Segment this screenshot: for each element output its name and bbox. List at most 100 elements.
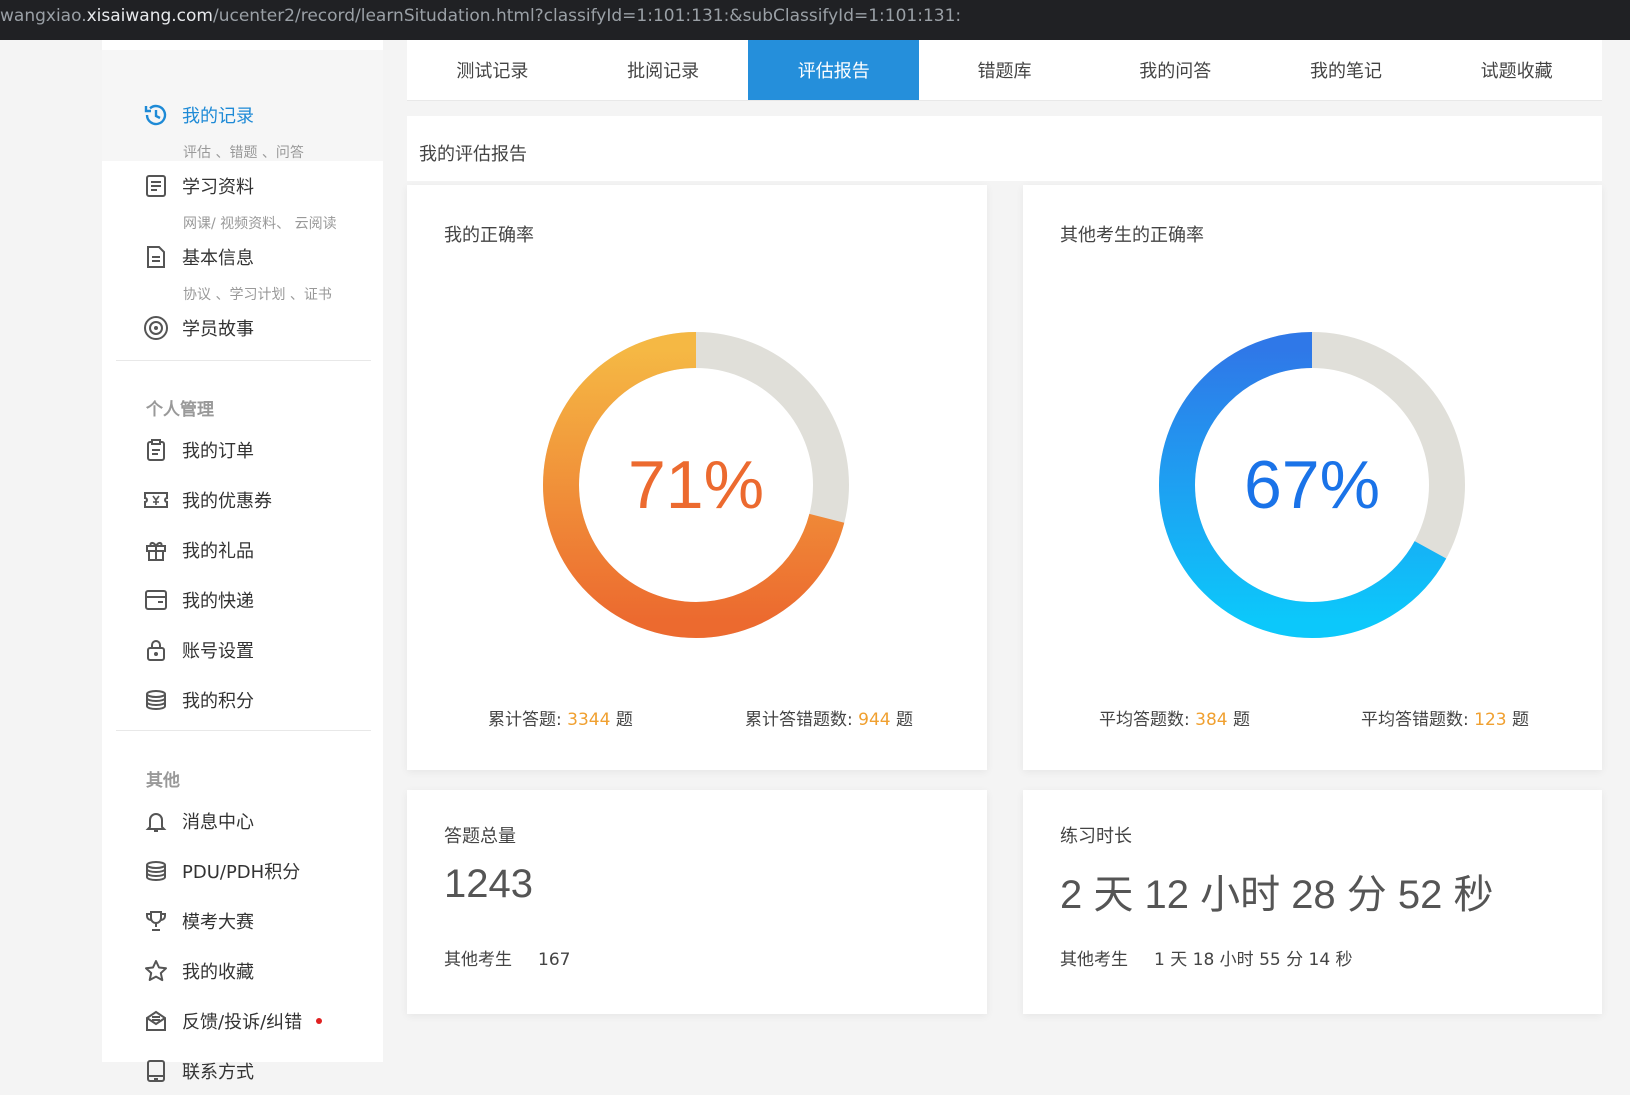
- feedback-icon: [142, 1007, 170, 1035]
- sidebar-group-other: 其他: [146, 771, 180, 791]
- gift-icon: [142, 536, 170, 564]
- practice-time-card: 练习时长 2 天 12 小时 28 分 52 秒 其他考生 1 天 18 小时 5…: [1023, 790, 1602, 1014]
- stat-unit: 题: [1512, 710, 1529, 730]
- stat-label: 平均答错题数:: [1361, 710, 1469, 730]
- my-accuracy-percent: 71%: [627, 447, 765, 523]
- sidebar-item-label: 模考大赛: [182, 912, 254, 933]
- others-avg-wrong: 平均答错题数: 123 题: [1361, 705, 1529, 730]
- total-answers-card: 答题总量 1243 其他考生 167: [407, 790, 987, 1014]
- coins-icon: [142, 686, 170, 714]
- sidebar-item-label: 学习资料: [182, 177, 254, 198]
- file-icon: [142, 243, 170, 271]
- report-header: 我的评估报告: [407, 116, 1602, 181]
- stat-label: 平均答题数:: [1099, 710, 1190, 730]
- sidebar-item-my-delivery[interactable]: 我的快递: [142, 585, 254, 615]
- tab-favorite-questions[interactable]: 试题收藏: [1431, 40, 1602, 100]
- sidebar-item-label: 反馈/投诉/纠错: [182, 1012, 303, 1033]
- others-accuracy-donut: 67%: [1157, 330, 1467, 640]
- tab-test-records[interactable]: 测试记录: [407, 40, 578, 100]
- sidebar-item-label: PDU/PDH积分: [182, 862, 301, 883]
- stat-unit: 题: [896, 710, 913, 730]
- sidebar-item-pdu-points[interactable]: PDU/PDH积分: [142, 856, 300, 886]
- card-title: 练习时长: [1060, 826, 1132, 847]
- sidebar-item-subtext: 协议 、学习计划 、证书: [183, 287, 332, 303]
- sidebar-item-label: 我的收藏: [182, 962, 254, 983]
- sidebar-item-my-points[interactable]: 我的积分: [142, 685, 254, 715]
- tab-wrong-questions[interactable]: 错题库: [919, 40, 1090, 100]
- sidebar-item-subtext: 网课/ 视频资料、 云阅读: [183, 216, 337, 232]
- tab-review-records[interactable]: 批阅记录: [578, 40, 749, 100]
- others-avg-answered: 平均答题数: 384 题: [1099, 705, 1250, 730]
- url-prefix: wangxiao.: [0, 6, 87, 26]
- stat-label: 累计答错题数:: [745, 710, 853, 730]
- other-value: 167: [538, 950, 571, 970]
- sidebar-item-feedback[interactable]: 反馈/投诉/纠错: [142, 1006, 323, 1036]
- sidebar-item-label: 我的优惠券: [182, 491, 272, 512]
- sidebar-item-my-records[interactable]: 我的记录: [142, 100, 254, 130]
- total-answers-others: 其他考生 167: [444, 945, 570, 970]
- clipboard-icon: [142, 436, 170, 464]
- address-bar[interactable]: wangxiao.xisaiwang.com/ucenter2/record/l…: [0, 0, 1630, 40]
- stat-label: 累计答题:: [488, 710, 562, 730]
- my-total-answered: 累计答题: 3344 题: [488, 705, 633, 730]
- sidebar-item-label: 我的快递: [182, 591, 254, 612]
- sidebar-item-label: 学员故事: [182, 319, 254, 340]
- sidebar-item-my-orders[interactable]: 我的订单: [142, 435, 254, 465]
- coupon-icon: [142, 486, 170, 514]
- stat-value: 384: [1195, 710, 1228, 730]
- package-icon: [142, 586, 170, 614]
- sidebar-item-contact[interactable]: 联系方式: [142, 1056, 254, 1086]
- total-answers-value: 1243: [444, 862, 533, 906]
- sidebar-group-personal: 个人管理: [146, 400, 214, 420]
- my-accuracy-card: 我的正确率 71% 累计答题: 3344 题 累计答错题数: 944 题: [407, 185, 987, 770]
- lock-icon: [142, 636, 170, 664]
- record-tabs: 测试记录 批阅记录 评估报告 错题库 我的问答 我的笔记 试题收藏: [407, 40, 1602, 101]
- other-value: 1 天 18 小时 55 分 14 秒: [1154, 950, 1353, 970]
- sidebar-item-my-favorites[interactable]: 我的收藏: [142, 956, 254, 986]
- sidebar-item-my-coupons[interactable]: 我的优惠券: [142, 485, 272, 515]
- card-title: 其他考生的正确率: [1060, 225, 1204, 246]
- sidebar-item-mock-exam[interactable]: 模考大赛: [142, 906, 254, 936]
- page-title: 我的评估报告: [419, 144, 527, 165]
- sidebar-item-label: 我的记录: [182, 106, 254, 127]
- tab-my-qa[interactable]: 我的问答: [1090, 40, 1261, 100]
- sidebar-item-message-center[interactable]: 消息中心: [142, 806, 254, 836]
- stat-value: 944: [858, 710, 891, 730]
- sidebar-item-account-settings[interactable]: 账号设置: [142, 635, 254, 665]
- practice-time-others: 其他考生 1 天 18 小时 55 分 14 秒: [1060, 945, 1353, 970]
- sidebar-divider: [116, 730, 371, 731]
- sidebar-divider: [116, 360, 371, 361]
- sidebar-item-my-gifts[interactable]: 我的礼品: [142, 535, 254, 565]
- others-accuracy-card: 其他考生的正确率 67% 平均答题数: 384 题 平均答错题数: 123 题: [1023, 185, 1602, 770]
- sidebar-item-study-materials[interactable]: 学习资料: [142, 171, 254, 201]
- document-list-icon: [142, 172, 170, 200]
- phone-icon: [142, 1057, 170, 1085]
- sidebar-item-subtext: 评估 、错题 、问答: [183, 145, 304, 161]
- stat-value: 3344: [567, 710, 611, 730]
- sidebar-item-student-stories[interactable]: 学员故事: [142, 313, 254, 343]
- stat-unit: 题: [1233, 710, 1250, 730]
- other-label: 其他考生: [1060, 950, 1128, 970]
- practice-time-value: 2 天 12 小时 28 分 52 秒: [1060, 873, 1494, 917]
- stat-unit: 题: [615, 710, 633, 730]
- tab-evaluation-report[interactable]: 评估报告: [748, 40, 920, 100]
- url-domain: xisaiwang.com: [86, 6, 213, 26]
- notification-dot: [316, 1018, 323, 1024]
- sidebar-item-label: 我的订单: [182, 441, 254, 462]
- bell-icon: [142, 807, 170, 835]
- sidebar-item-label: 账号设置: [182, 641, 254, 662]
- sidebar: 我的记录 评估 、错题 、问答 学习资料 网课/ 视频资料、 云阅读 基本信息 …: [102, 40, 383, 1083]
- card-title: 答题总量: [444, 826, 516, 847]
- sidebar-item-label: 消息中心: [182, 812, 254, 833]
- stat-value: 123: [1474, 710, 1507, 730]
- sidebar-item-label: 基本信息: [182, 248, 254, 269]
- my-total-wrong: 累计答错题数: 944 题: [745, 705, 913, 730]
- sidebar-item-basic-info[interactable]: 基本信息: [142, 242, 254, 272]
- tab-my-notes[interactable]: 我的笔记: [1261, 40, 1432, 100]
- trophy-icon: [142, 907, 170, 935]
- sidebar-item-label: 我的积分: [182, 691, 254, 712]
- sidebar-item-label: 联系方式: [182, 1062, 254, 1083]
- card-title: 我的正确率: [444, 225, 534, 246]
- other-label: 其他考生: [444, 950, 512, 970]
- history-icon: [142, 101, 170, 129]
